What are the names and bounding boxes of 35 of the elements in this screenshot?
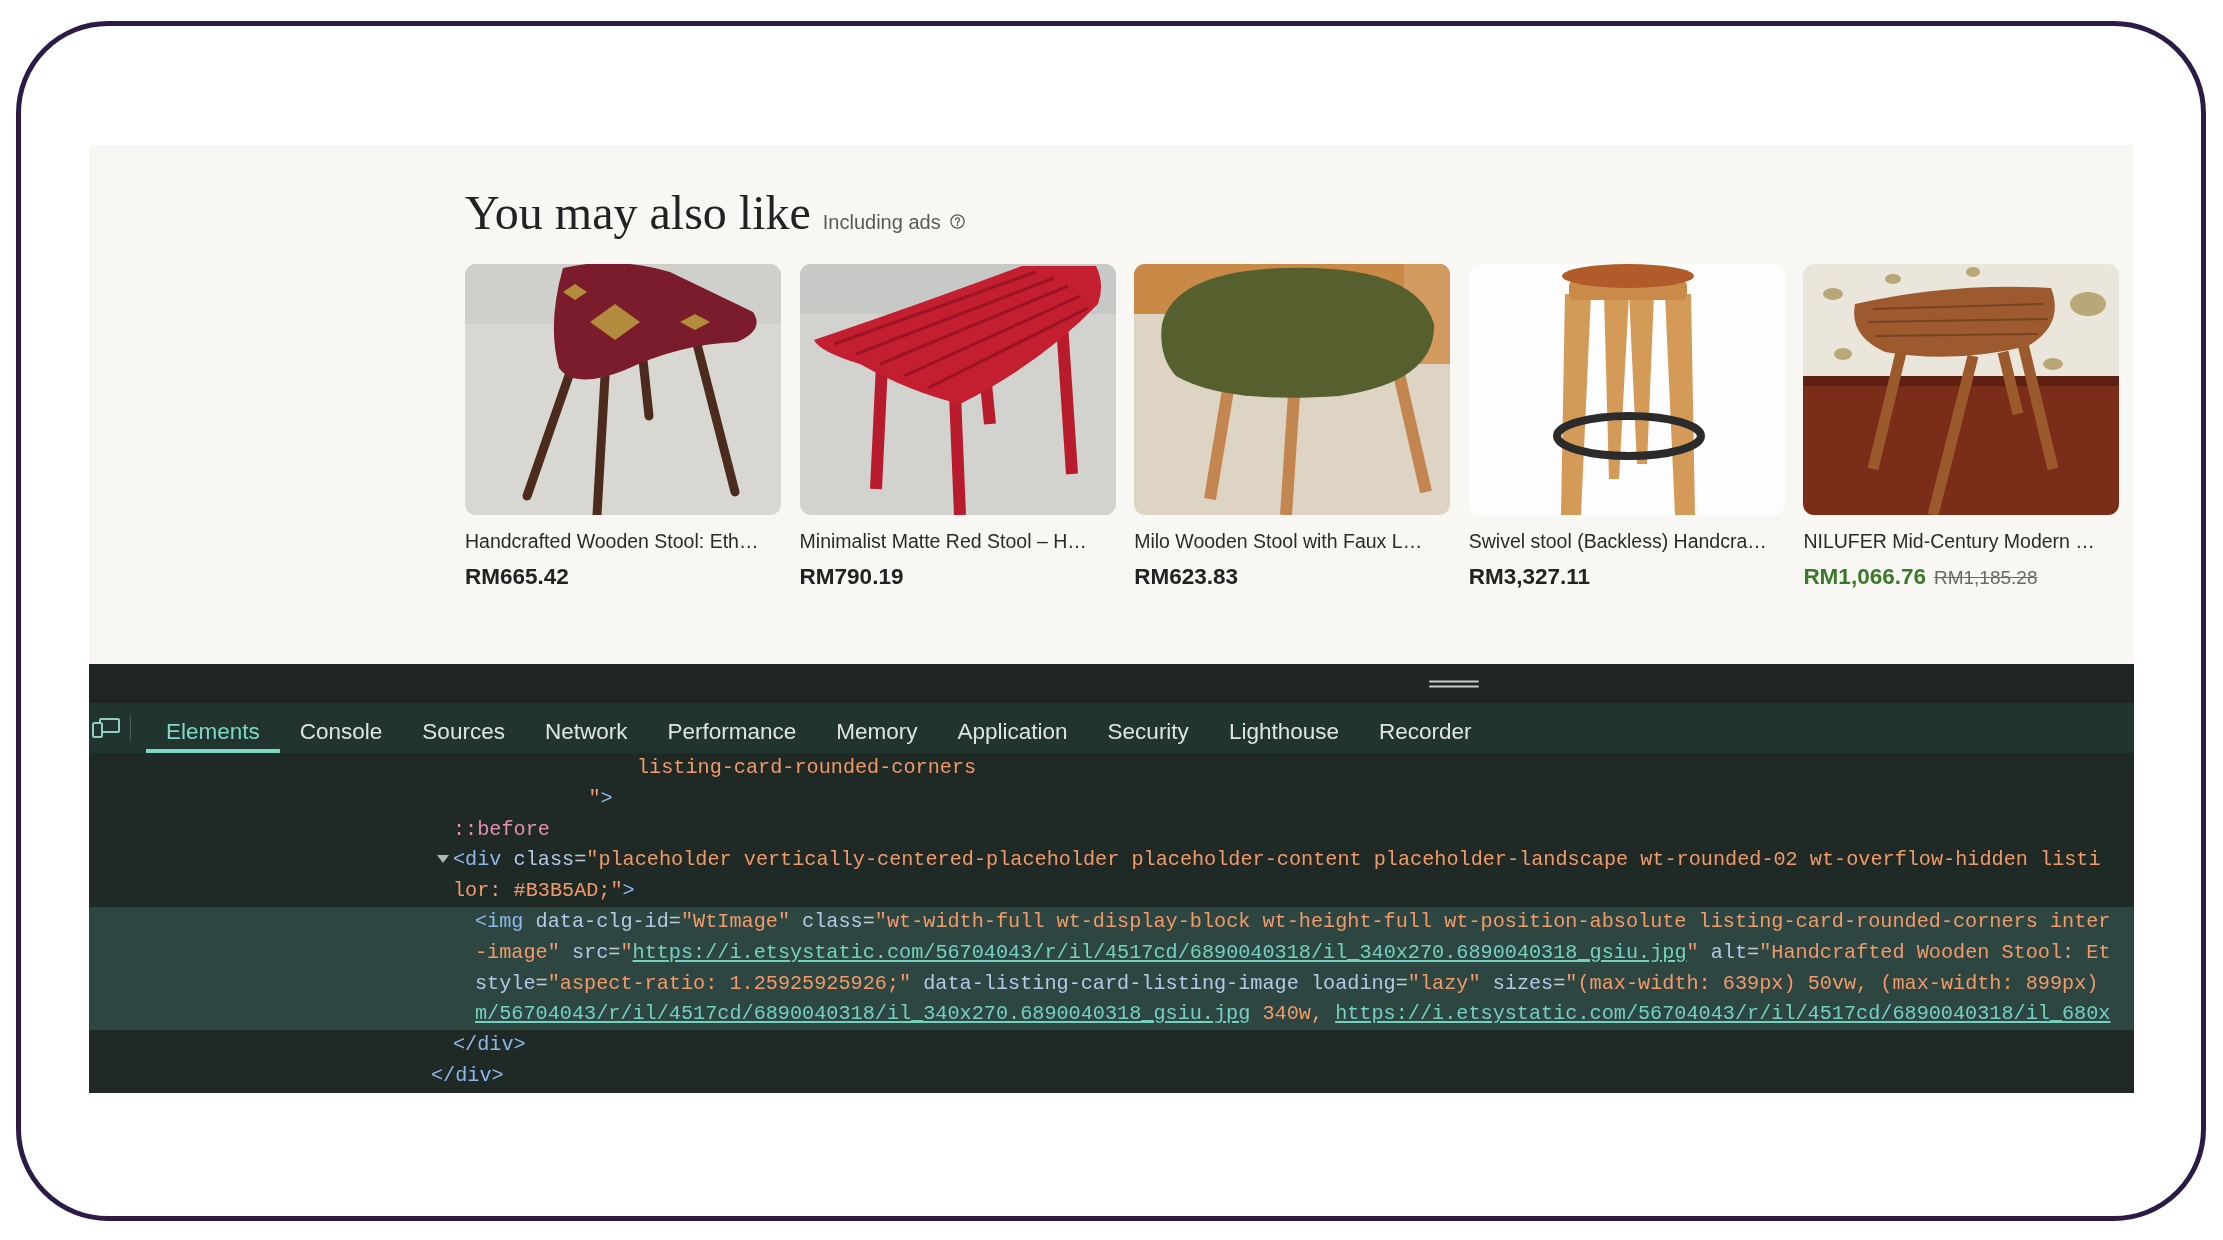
devtools-tab[interactable]: Security xyxy=(1087,703,1209,753)
product-title[interactable]: Handcrafted Wooden Stool: Eth… xyxy=(465,528,759,554)
original-price: RM1,185.28 xyxy=(1933,567,2038,589)
product-title[interactable]: Swivel stool (Backless) Handcra… xyxy=(1468,528,1767,554)
dom-node-row[interactable]: </div> xyxy=(453,1030,526,1061)
dom-node-row[interactable]: </div> xyxy=(431,1060,504,1092)
dom-node-row[interactable]: listing-card-rounded-corners "> xyxy=(431,753,977,815)
caret-down-icon[interactable] xyxy=(437,854,449,865)
product-title[interactable]: Milo Wooden Stool with Faux L… xyxy=(1134,528,1423,554)
section-title: You may also like xyxy=(465,185,811,241)
link[interactable]: m/56704043/r/il/4517cd/6890040318/il_340x270.6890040318_gsiu.jpg xyxy=(475,1002,1251,1026)
product-price: RM665.42 xyxy=(465,563,569,591)
ads-note: Including ads xyxy=(822,211,941,234)
drag-handle-icon[interactable] xyxy=(1429,679,1479,688)
product-price: RM623.83 xyxy=(1134,563,1238,591)
devtools-tab[interactable]: Lighthouse xyxy=(1208,703,1359,753)
product-price: RM790.19 xyxy=(799,563,904,591)
link[interactable]: https://i.etsystatic.com/56704043/r/il/4517cd/6890040318/il_680x xyxy=(1335,1002,2111,1026)
devtools-tab[interactable]: Performance xyxy=(647,703,817,753)
devices-icon[interactable] xyxy=(92,718,120,738)
product-title[interactable]: Minimalist Matte Red Stool – H… xyxy=(799,528,1087,554)
product-price: RM3,327.11 xyxy=(1468,563,1591,591)
product-price: RM1,066.76 xyxy=(1803,563,1926,591)
dom-node-row[interactable]: <div class="placeholder vertically-centered-placeholder placeholder-content placeholder-landscape wt-rounded-02 wt-overflow-hidden listi lor: #B3B5AD;"> xyxy=(437,845,2101,907)
dom-node-row[interactable]: ::before xyxy=(453,814,550,846)
devtools-tab[interactable]: Memory xyxy=(816,703,938,753)
devtools-tab[interactable]: Application xyxy=(937,703,1088,753)
devtools-tab[interactable]: Sources xyxy=(402,703,525,753)
devtools-tab[interactable]: Console xyxy=(279,703,403,753)
devtools-tab[interactable]: Recorder xyxy=(1359,703,1492,753)
help-icon[interactable] xyxy=(949,214,965,229)
dom-node-row[interactable]: <img data-clg-id="WtImage" class="wt-width-full wt-display-block wt-height-full wt-position-absolute listing-card-rounded-corners inter -image" src="https://i.etsystatic.com/56704043/r/il/4517cd/6890040318/il_340x270.6890040318_gsiu.jpg" alt="Handcrafted Wooden Stool: Et style="aspect-ratio: 1.25925925926;" data-listing-card-listing-image loading="lazy" sizes="(max-width: 639px) 50vw, (max-width: 899px) m/56704043/r/il/4517cd/6890040318/il_340x270.6890040318_gsiu.jpg 340w, https://i.etsystatic.com/56704043/r/il/4517cd/6890040318/il_680x xyxy=(89,907,2134,1031)
devtools-tab[interactable]: Network xyxy=(524,703,648,753)
product-title[interactable]: NILUFER Mid-Century Modern … xyxy=(1803,528,2095,554)
link[interactable]: https://i.etsystatic.com/56704043/r/il/4517cd/6890040318/il_340x270.6890040318_gsiu.jpg xyxy=(632,940,1687,964)
